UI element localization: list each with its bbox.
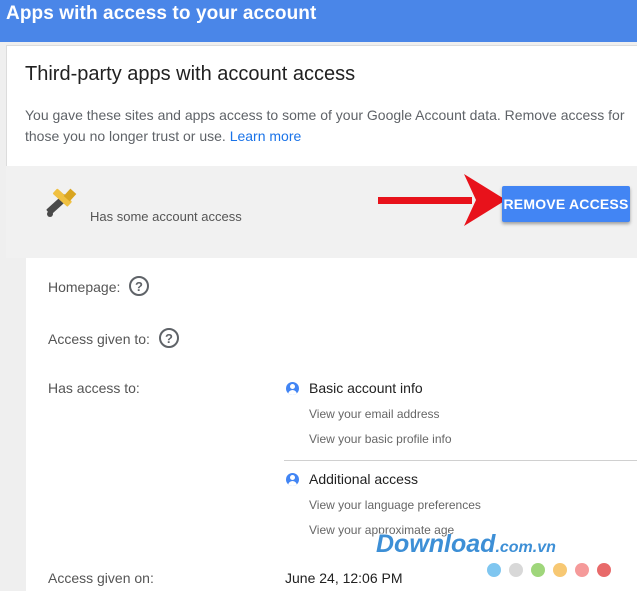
homepage-help-icon[interactable]: ? [129, 276, 149, 296]
learn-more-link[interactable]: Learn more [230, 128, 302, 144]
account-icon [286, 473, 299, 486]
page-title: Apps with access to your account [6, 3, 317, 24]
homepage-label: Homepage: [48, 279, 121, 295]
scope-title: Additional access [309, 471, 418, 487]
intro-card: Third-party apps with account access You… [6, 45, 637, 166]
scope-divider [284, 460, 637, 461]
app-status: Has some account access [90, 209, 242, 224]
remove-access-button[interactable]: REMOVE ACCESS [502, 186, 630, 222]
watermark-dot [509, 563, 523, 577]
scope-item: View your language preferences [309, 498, 481, 512]
watermark-dot [553, 563, 567, 577]
watermark-suffix: .com.vn [495, 539, 556, 556]
description-text: You gave these sites and apps access to … [25, 107, 625, 144]
watermark-dot [487, 563, 501, 577]
watermark-dot [575, 563, 589, 577]
scope-item: View your basic profile info [309, 432, 452, 446]
annotation-arrow [378, 174, 506, 226]
account-icon [286, 382, 299, 395]
scope-title: Basic account info [309, 380, 423, 396]
tools-icon [46, 188, 77, 217]
access-given-to-label: Access given to: [48, 331, 150, 347]
card-title: Third-party apps with account access [25, 63, 356, 85]
scope-item: View your email address [309, 407, 440, 421]
access-given-to-help-icon[interactable]: ? [159, 328, 179, 348]
download-watermark: Download.com.vn [376, 530, 556, 559]
watermark-text: Download [376, 530, 496, 558]
watermark-dot [531, 563, 545, 577]
header-bar: Apps with access to your account [0, 0, 637, 42]
watermark-dot [597, 563, 611, 577]
access-given-on-value: June 24, 12:06 PM [285, 570, 403, 586]
has-access-to-label: Has access to: [48, 380, 140, 396]
card-description: You gave these sites and apps access to … [25, 105, 631, 147]
access-given-on-label: Access given on: [48, 570, 154, 586]
